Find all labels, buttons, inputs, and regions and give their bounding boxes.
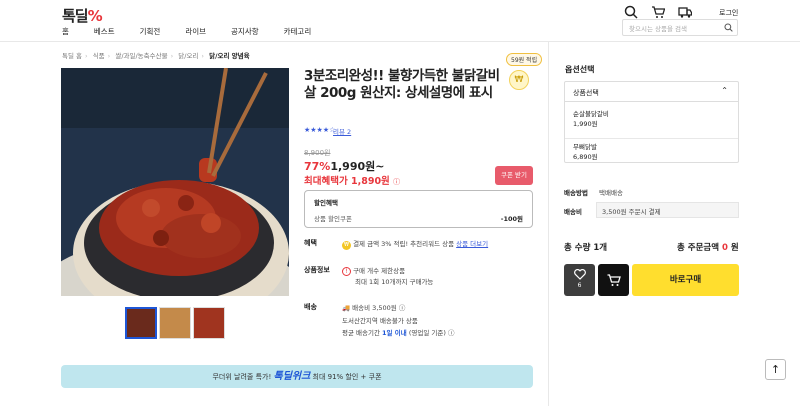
benefit-text: ₩ 결제 금액 3% 적립! 추천리워드 상품 상품 더보기 bbox=[342, 238, 488, 250]
main-nav: 홈 베스트 기획전 라이브 공지사항 카테고리 bbox=[62, 26, 336, 37]
panel-divider bbox=[548, 42, 549, 406]
delivery-truck-icon[interactable] bbox=[678, 5, 692, 19]
thumb-2[interactable] bbox=[159, 307, 191, 339]
truck-icon: 🚚 bbox=[342, 304, 351, 312]
coupon-button[interactable]: 쿠폰 받기 bbox=[495, 166, 533, 185]
period-info-icon[interactable]: ⓘ bbox=[448, 329, 455, 337]
crumb-home[interactable]: 톡딜 홈 bbox=[62, 52, 82, 60]
buy-now-button[interactable]: 바로구매 bbox=[632, 264, 739, 296]
nav-notice[interactable]: 공지사항 bbox=[231, 26, 259, 37]
fee-info-icon[interactable]: ⓘ bbox=[399, 304, 406, 312]
logo[interactable]: 톡딜% bbox=[62, 5, 103, 26]
max-benefit-price: 최대혜택가 1,890원 ⓘ bbox=[304, 176, 401, 187]
benefit-label: 혜택 bbox=[304, 239, 317, 247]
info-icon[interactable]: ⓘ bbox=[393, 178, 400, 186]
delivery-label: 배송 bbox=[304, 303, 317, 311]
crumb-food[interactable]: 식품 bbox=[93, 52, 105, 60]
total-quantity: 총 수량 1개 bbox=[564, 243, 608, 253]
crumb-current: 닭/오리 양념육 bbox=[209, 52, 250, 60]
rating-stars: ★★★★☆ bbox=[304, 126, 336, 134]
ship-fee-value: 3,500원 주문시 결제 bbox=[596, 202, 739, 218]
nav-exhibition[interactable]: 기획전 bbox=[140, 26, 161, 37]
product-title: 3분조리완성!! 불향가득한 불닭갈비살 200g 원산지: 상세설명에 표시 bbox=[304, 68, 500, 101]
nav-live[interactable]: 라이브 bbox=[185, 26, 206, 37]
option-item-1[interactable]: 순살불닭갈비 1,990원 bbox=[573, 109, 609, 129]
info-label: 상품정보 bbox=[304, 266, 330, 274]
review-link[interactable]: 리뷰 2 bbox=[333, 126, 351, 136]
promo-banner[interactable]: 무더위 날려줄 특가! 톡딜위크 최대 91% 할인 + 쿠폰 bbox=[61, 365, 533, 388]
price-value: 1,990원~ bbox=[330, 160, 385, 173]
points-badge: 59원 적립 bbox=[506, 53, 543, 66]
nav-home[interactable]: 홈 bbox=[62, 26, 69, 37]
thumb-3[interactable] bbox=[193, 307, 225, 339]
option-select[interactable]: 상품선택 ⌃ 순살불닭갈비 1,990원 무뼈닭발 6,890원 bbox=[564, 81, 739, 163]
ship-fee-label: 배송비 bbox=[564, 208, 582, 216]
arrow-up-icon: ↑ bbox=[770, 363, 781, 376]
cart-button-icon bbox=[607, 274, 621, 286]
total-price: 총 주문금액 0 원 bbox=[677, 243, 739, 253]
more-products-link[interactable]: 상품 더보기 bbox=[456, 240, 488, 248]
search-small-icon[interactable] bbox=[724, 23, 733, 32]
delivery-fee: 🚚 배송비 3,500원 ⓘ bbox=[342, 304, 406, 312]
option-select-header[interactable]: 상품선택 ⌃ bbox=[565, 82, 738, 102]
original-price: 8,900원 bbox=[304, 149, 331, 157]
discount-title: 할인혜택 bbox=[314, 199, 338, 207]
product-main-image bbox=[61, 68, 289, 296]
ship-method-value: 택배배송 bbox=[599, 189, 623, 197]
crumb-agri[interactable]: 쌀/과일/농축수산물 bbox=[115, 52, 167, 60]
info-text: ! 구매 개수 제한상품 bbox=[342, 265, 405, 276]
sale-price: 77%1,990원~ bbox=[304, 158, 384, 174]
discount-label: 상품 할인쿠폰 bbox=[314, 215, 352, 223]
wish-count: 6 bbox=[577, 282, 582, 289]
scroll-top-button[interactable]: ↑ bbox=[765, 359, 786, 380]
cart-icon[interactable] bbox=[651, 5, 665, 19]
login-link[interactable]: 로그인 bbox=[719, 8, 738, 18]
search-icon[interactable] bbox=[624, 5, 638, 19]
thumb-1[interactable] bbox=[125, 307, 157, 339]
point-coin-icon: ₩ bbox=[342, 241, 351, 250]
promo-brand: 톡딜위크 bbox=[273, 371, 311, 382]
option-item-2[interactable]: 무뼈닭발 6,890원 bbox=[573, 142, 598, 162]
crumb-chicken[interactable]: 닭/오리 bbox=[178, 52, 198, 60]
coin-icon: ₩ bbox=[509, 70, 529, 90]
wishlist-button[interactable]: 6 bbox=[564, 264, 595, 296]
chevron-up-icon[interactable]: ⌃ bbox=[721, 86, 728, 95]
options-title: 옵션선택 bbox=[565, 65, 595, 74]
delivery-note: 도서산간지역 배송불가 상품 bbox=[342, 317, 418, 325]
nav-best[interactable]: 베스트 bbox=[94, 26, 115, 37]
info-limit: 최대 1회 10개까지 구매가능 bbox=[355, 278, 434, 286]
breadcrumb: 톡딜 홈 › 식품 › 쌀/과일/농축수산물 › 닭/오리 › 닭/오리 양념육 bbox=[62, 52, 250, 60]
nav-category[interactable]: 카테고리 bbox=[284, 26, 312, 37]
delivery-period: 평균 배송기간 1일 이내 (영업일 기준) ⓘ bbox=[342, 329, 455, 337]
add-to-cart-button[interactable] bbox=[598, 264, 629, 296]
discount-value: -100원 bbox=[500, 215, 523, 223]
search-placeholder: 찾으시는 상품을 검색 bbox=[629, 25, 687, 33]
warning-icon: ! bbox=[342, 267, 351, 276]
discount-percent: 77% bbox=[304, 160, 331, 173]
ship-method-label: 배송방법 bbox=[564, 189, 588, 197]
heart-icon bbox=[573, 268, 586, 280]
discount-box: 할인혜택 상품 할인쿠폰 -100원 bbox=[304, 190, 533, 228]
search-input[interactable]: 찾으시는 상품을 검색 bbox=[622, 19, 738, 36]
